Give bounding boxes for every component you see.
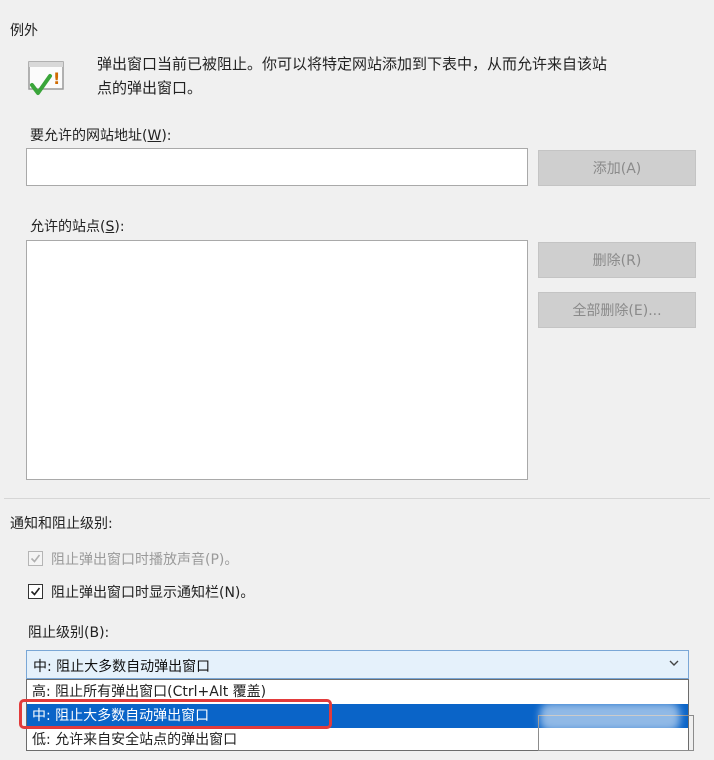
remove-all-button[interactable]: 全部删除(E)...: [538, 292, 696, 328]
website-address-input[interactable]: [26, 148, 528, 186]
blocking-level-label: 阻止级别(B):: [28, 625, 110, 641]
notifications-section-label: 通知和阻止级别:: [10, 516, 113, 532]
website-address-label: 要允许的网站地址(W):: [30, 128, 172, 144]
chevron-down-icon: [668, 657, 680, 673]
exceptions-legend: 例外: [10, 23, 38, 39]
info-message-line2: 点的弹出窗口。: [97, 79, 203, 97]
popup-blocked-info-icon: !: [26, 58, 70, 96]
remove-button[interactable]: 删除(R): [538, 242, 696, 278]
play-sound-checkbox[interactable]: [28, 551, 43, 566]
blur-overlay: [540, 703, 680, 731]
svg-text:!: !: [53, 69, 60, 88]
info-message: 弹出窗口当前已被阻止。你可以将特定网站添加到下表中，从而允许来自该站 点的弹出窗…: [97, 52, 687, 100]
highlight-callout-frame: [19, 699, 332, 729]
allowed-sites-list[interactable]: [26, 240, 528, 480]
blocking-level-selected-value: 中: 阻止大多数自动弹出窗口: [33, 659, 211, 675]
play-sound-label: 阻止弹出窗口时播放声音(P)。: [51, 552, 239, 568]
add-button[interactable]: 添加(A): [538, 150, 696, 186]
allowed-sites-label: 允许的站点(S):: [30, 219, 125, 235]
show-notification-bar-label: 阻止弹出窗口时显示通知栏(N)。: [51, 585, 255, 601]
blocking-level-select[interactable]: 中: 阻止大多数自动弹出窗口: [26, 650, 689, 679]
show-notification-bar-checkbox[interactable]: [28, 584, 43, 599]
info-message-line1: 弹出窗口当前已被阻止。你可以将特定网站添加到下表中，从而允许来自该站: [97, 55, 608, 73]
